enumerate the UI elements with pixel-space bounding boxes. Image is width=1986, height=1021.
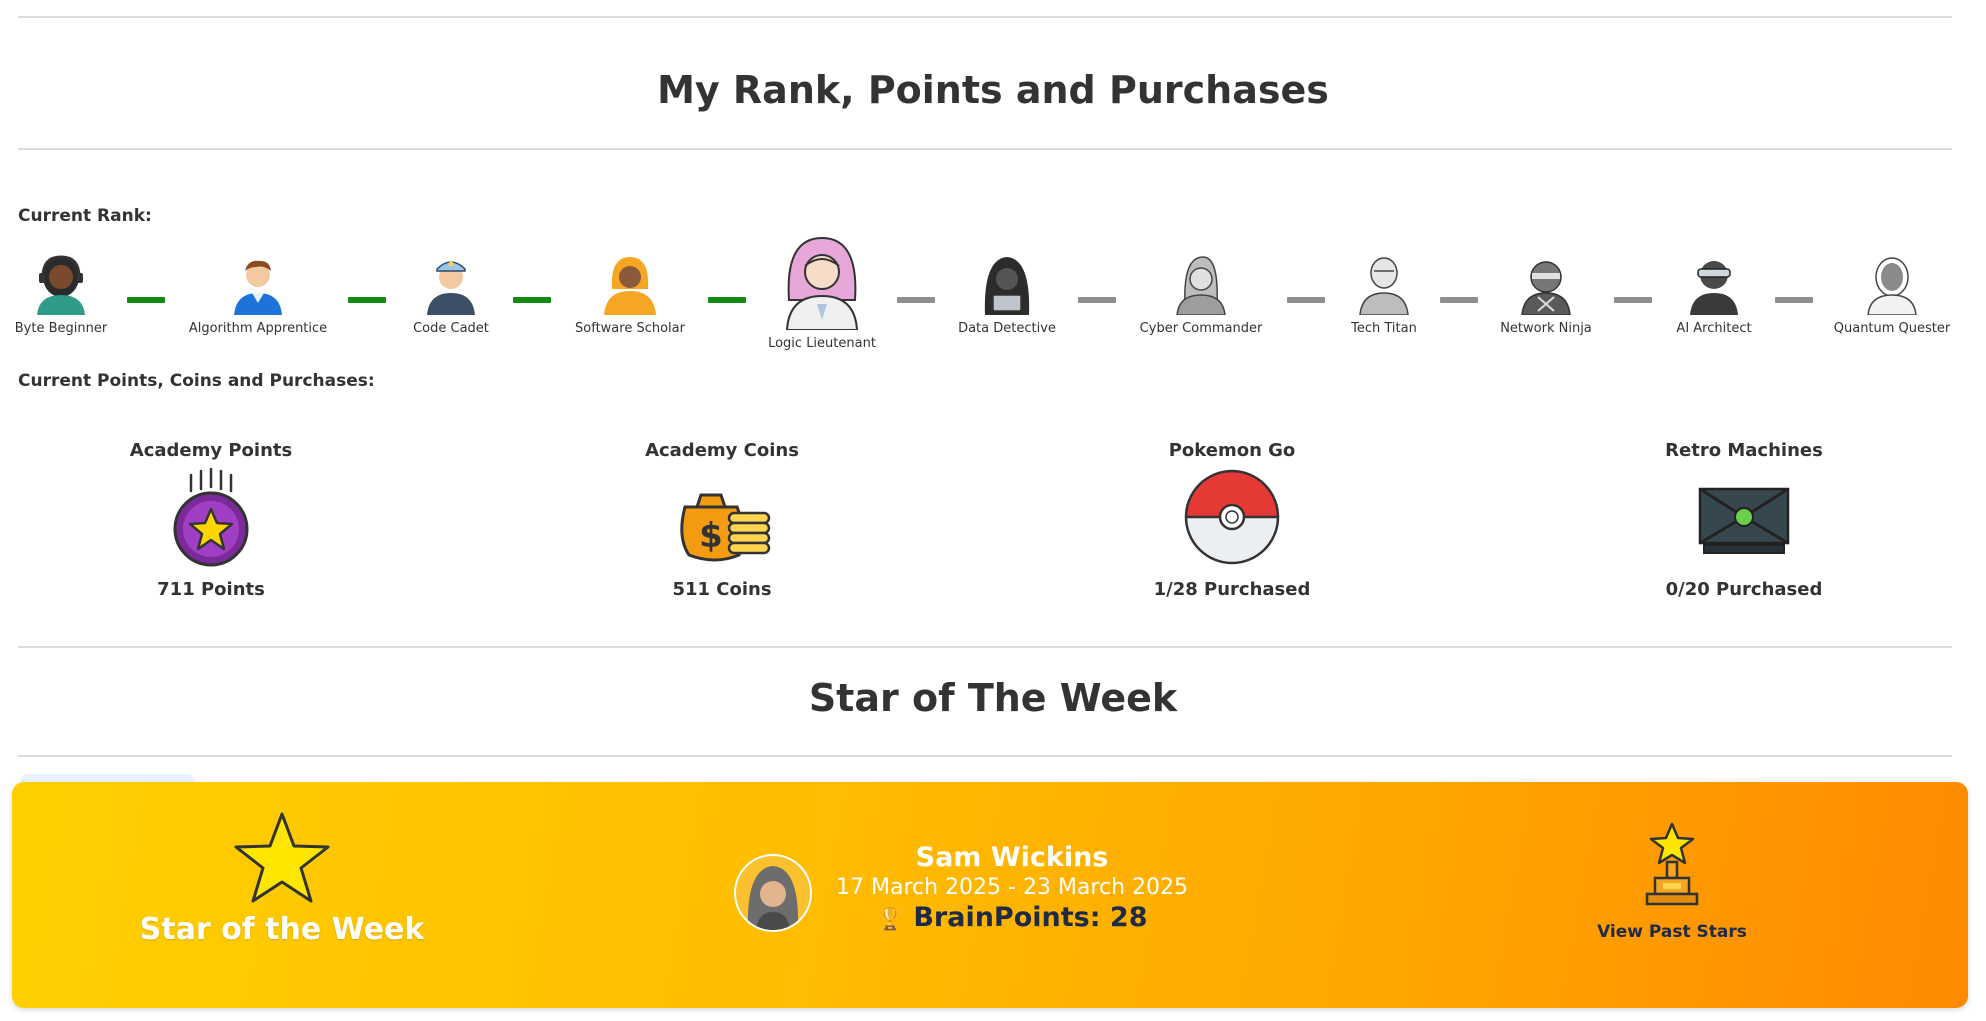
stat-value: 1/28 Purchased	[1153, 579, 1311, 600]
rank-tech-titan: Tech Titan	[1309, 249, 1459, 336]
retro-console-icon	[1698, 487, 1790, 554]
rank-algorithm-apprentice: Algorithm Apprentice	[183, 249, 333, 336]
money-bag-coins-icon: $	[680, 493, 771, 562]
rank-code-cadet: Code Cadet	[376, 249, 526, 336]
rank-connector	[897, 297, 935, 303]
star-of-week-title: Star of The Week	[808, 676, 1178, 720]
winner-hooded-avatar-icon	[747, 866, 799, 930]
divider	[18, 646, 1952, 648]
rank-quantum-quester: Quantum Quester	[1817, 249, 1967, 336]
stat-title: Pokemon Go	[1168, 440, 1296, 461]
trophy-star-icon	[1645, 822, 1699, 906]
rank-label: Tech Titan	[1351, 321, 1417, 336]
rank-cyber-commander: Cyber Commander	[1126, 249, 1276, 336]
stat-title: Academy Points	[129, 440, 293, 461]
stat-value: 711 Points	[157, 579, 265, 600]
rank-label: Data Detective	[958, 321, 1056, 336]
avatar-visor-icon	[1690, 261, 1738, 315]
rank-label: Software Scholar	[575, 321, 685, 336]
rank-label: Quantum Quester	[1833, 321, 1951, 336]
stat-value: 0/20 Purchased	[1665, 579, 1823, 600]
avatar-hijab-icon	[604, 257, 656, 315]
stat-title: Academy Coins	[645, 440, 799, 461]
rank-ai-architect: AI Architect	[1639, 249, 1789, 336]
rank-label: Network Ninja	[1500, 321, 1592, 336]
avatar	[734, 854, 812, 932]
page: My Rank, Points and Purchases Current Ra…	[0, 0, 1986, 1021]
avatar-cadet-icon	[427, 261, 475, 315]
stat-value: 511 Coins	[672, 579, 772, 600]
winner-name: Sam Wickins	[915, 842, 1109, 873]
winner-brainpoints: 🏆 BrainPoints: 28	[822, 902, 1202, 933]
avatar-commander-icon	[1176, 256, 1226, 315]
divider	[18, 755, 1952, 757]
divider	[18, 16, 1952, 18]
brainpoints-value: BrainPoints: 28	[913, 902, 1148, 933]
stat-academy-coins: Academy Coins $ 511 Coins	[592, 440, 852, 600]
winner-info: Sam Wickins 17 March 2025 - 23 March 202…	[822, 842, 1202, 933]
trophy-icon: 🏆	[876, 907, 904, 932]
rank-network-ninja: Network Ninja	[1471, 249, 1621, 336]
stat-title: Retro Machines	[1665, 440, 1823, 461]
rank-logic-lieutenant: Logic Lieutenant	[747, 230, 897, 351]
pokeball-icon	[1184, 469, 1280, 565]
rank-label: AI Architect	[1676, 321, 1752, 336]
view-past-stars-label: View Past Stars	[1597, 922, 1747, 942]
rank-label: Logic Lieutenant	[768, 336, 876, 351]
rank-connector	[708, 297, 746, 303]
sotw-caption: Star of the Week	[139, 912, 425, 947]
rank-label: Cyber Commander	[1139, 321, 1263, 336]
star-icon	[234, 812, 330, 903]
rank-label: Algorithm Apprentice	[188, 321, 328, 336]
rank-label: Code Cadet	[413, 321, 489, 336]
avatar-ninja-icon	[1521, 261, 1571, 315]
star-of-week-banner: Star of the Week Sam Wickins 17 March 20…	[12, 782, 1968, 1008]
avatar-boy-icon	[234, 260, 282, 315]
rank-progression: Byte Beginner Algorithm Apprentice Code …	[0, 225, 1986, 365]
winner-dates: 17 March 2025 - 23 March 2025	[836, 875, 1188, 900]
stat-retro-machines: Retro Machines 0/20 Purchased	[1614, 440, 1874, 600]
view-past-stars-button[interactable]: View Past Stars	[1572, 820, 1772, 942]
rank-data-detective: Data Detective	[932, 249, 1082, 336]
avatar-headset-icon	[37, 255, 85, 315]
rank-software-scholar: Software Scholar	[555, 249, 705, 336]
avatar-hacker-icon	[984, 257, 1030, 315]
stat-pokemon-go: Pokemon Go 1/28 Purchased	[1102, 440, 1362, 600]
avatar-astronaut-icon	[1867, 257, 1917, 315]
medal-star-icon	[173, 467, 249, 567]
sotw-badge: Star of the Week	[132, 810, 432, 947]
winner-card: Sam Wickins 17 March 2025 - 23 March 202…	[722, 842, 1282, 952]
points-section-label: Current Points, Coins and Purchases:	[18, 371, 375, 391]
current-rank-label: Current Rank:	[18, 206, 152, 226]
page-title: My Rank, Points and Purchases	[657, 68, 1329, 112]
svg-text:$: $	[699, 516, 723, 556]
rank-label: Byte Beginner	[14, 321, 108, 336]
avatar-current-rank-icon	[785, 236, 859, 330]
rank-byte-beginner: Byte Beginner	[0, 249, 136, 336]
stat-academy-points: Academy Points 711 Points	[81, 440, 341, 600]
rank-connector	[1078, 297, 1116, 303]
avatar-robot-icon	[1359, 257, 1409, 315]
divider	[18, 148, 1952, 150]
